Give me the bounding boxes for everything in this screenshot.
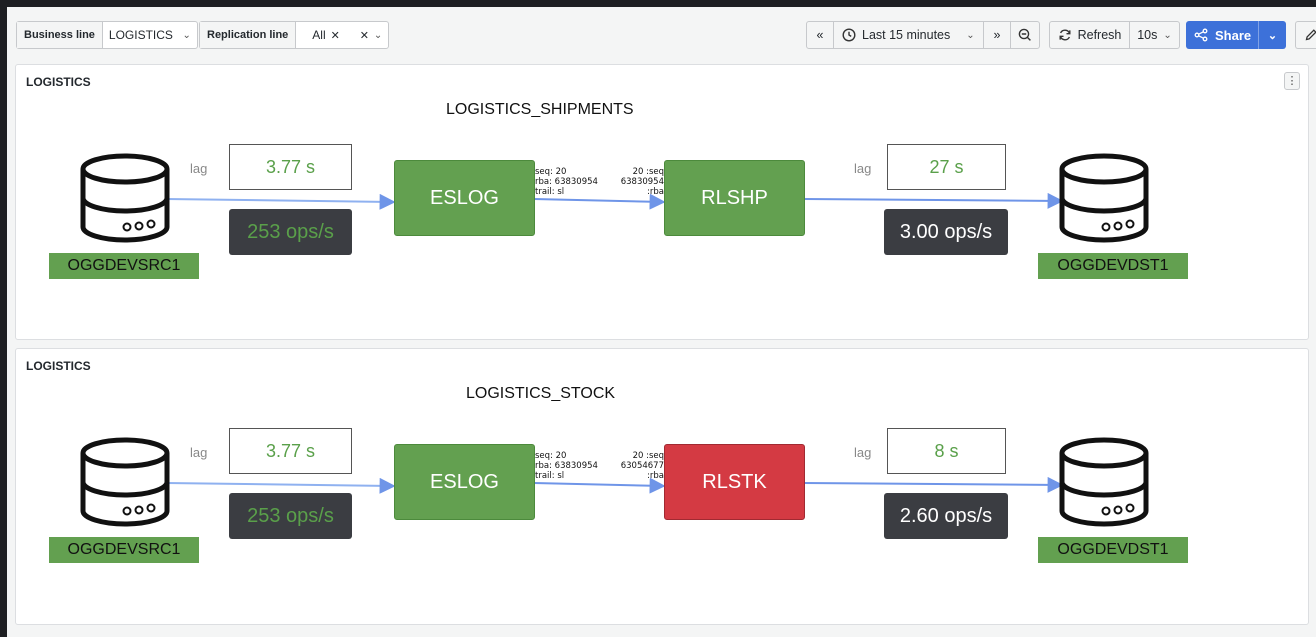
flow-title: LOGISTICS_STOCK <box>466 385 616 402</box>
replicat-node[interactable]: RLSTK <box>664 444 805 520</box>
flow-title: LOGISTICS_SHIPMENTS <box>446 101 634 118</box>
replicat-trail-info: 20 :seq 63830954 :rba <box>602 167 664 197</box>
kebab-icon: ⋮ <box>1286 75 1298 87</box>
source-database-icon <box>79 152 171 249</box>
rba-text: rba: 63830954 <box>535 461 598 471</box>
target-database-label: OGGDEVDST1 <box>1038 537 1188 563</box>
arrow-replicat-to-target <box>803 192 1064 209</box>
extract-node[interactable]: ESLOG <box>394 160 535 236</box>
chevron-down-icon: ⌄ <box>1267 29 1278 42</box>
replicat-node[interactable]: RLSHP <box>664 160 805 236</box>
replication-line-select[interactable]: All ✕ ✕ ⌄ <box>296 22 388 48</box>
time-range-label: Last 15 minutes <box>862 28 951 42</box>
arrow-source-to-extract <box>165 477 396 494</box>
source-database-label: OGGDEVSRC1 <box>49 253 199 279</box>
panel-menu-button[interactable]: ⋮ <box>1284 72 1300 90</box>
pencil-icon <box>1305 29 1316 41</box>
lag-label: lag <box>190 161 208 176</box>
arrow-source-to-extract <box>165 193 396 210</box>
source-database-icon <box>79 436 171 533</box>
share-main[interactable]: Share <box>1186 28 1258 43</box>
arrow-extract-to-replicat <box>533 477 666 494</box>
business-line-variable[interactable]: Business line LOGISTICS ⌄ <box>16 21 198 49</box>
source-lag-value: 3.77 s <box>229 428 352 474</box>
trail-text: trail: sl <box>535 187 565 197</box>
business-line-label: Business line <box>17 22 103 48</box>
replication-line-value: All <box>312 28 326 42</box>
rba-text: 63054677 :rba <box>620 461 664 481</box>
chevron-down-icon: ⌄ <box>1163 29 1172 41</box>
dashboard: Business line LOGISTICS ⌄ Replication li… <box>7 7 1316 637</box>
chevron-down-icon: ⌄ <box>182 29 191 41</box>
source-lag-value: 3.77 s <box>229 144 352 190</box>
share-button[interactable]: Share ⌄ <box>1186 21 1286 49</box>
share-icon <box>1194 28 1208 42</box>
toolbar: Business line LOGISTICS ⌄ Replication li… <box>7 7 1316 62</box>
extract-node[interactable]: ESLOG <box>394 444 535 520</box>
target-ops-value: 2.60 ops/s <box>884 493 1008 539</box>
replication-line-chip: All ✕ <box>312 28 340 42</box>
double-chevron-right-icon: » <box>993 28 1001 42</box>
business-line-select[interactable]: LOGISTICS ⌄ <box>103 22 197 48</box>
clock-icon <box>842 28 856 42</box>
trail-text: trail: sl <box>535 471 565 481</box>
zoom-out-icon <box>1018 28 1031 41</box>
lag-label: lag <box>190 445 208 460</box>
panel-logistics-stock: LOGISTICS LOGISTICS_STOCK OGGDEVSRC1 lag… <box>15 348 1309 625</box>
panel-title: LOGISTICS <box>26 359 91 373</box>
extract-trail-info: seq: 20 rba: 63830954 trail: sl <box>535 451 598 481</box>
double-chevron-left-icon: « <box>816 28 824 42</box>
refresh-button[interactable]: Refresh <box>1049 21 1130 49</box>
edit-button[interactable] <box>1295 21 1316 49</box>
refresh-icon <box>1059 29 1071 41</box>
share-label: Share <box>1215 27 1252 43</box>
seq-text: 20 :seq <box>632 167 664 177</box>
target-database-label: OGGDEVDST1 <box>1038 253 1188 279</box>
share-dropdown[interactable]: ⌄ <box>1258 21 1286 49</box>
time-forward-button[interactable]: » <box>983 21 1011 49</box>
target-ops-value: 3.00 ops/s <box>884 209 1008 255</box>
extract-trail-info: seq: 20 rba: 63830954 trail: sl <box>535 167 598 197</box>
target-lag-value: 8 s <box>887 428 1006 474</box>
chevron-down-icon: ⌄ <box>373 29 383 41</box>
lag-label: lag <box>854 161 872 176</box>
time-range-picker[interactable]: Last 15 minutes ⌄ <box>833 21 984 49</box>
arrow-extract-to-replicat <box>533 193 666 210</box>
refresh-interval-value: 10s <box>1137 28 1158 42</box>
panel-title: LOGISTICS <box>26 75 91 89</box>
replication-line-label: Replication line <box>200 22 297 48</box>
rba-text: 63830954 :rba <box>620 177 664 197</box>
refresh-label: Refresh <box>1077 28 1122 42</box>
remove-chip-icon[interactable]: ✕ <box>331 29 340 42</box>
business-line-value: LOGISTICS <box>108 28 173 42</box>
lag-label: lag <box>854 445 872 460</box>
rba-text: rba: 63830954 <box>535 177 598 187</box>
clear-icon[interactable]: ✕ <box>360 29 369 42</box>
target-database-icon <box>1058 152 1150 249</box>
zoom-out-button[interactable] <box>1010 21 1040 49</box>
source-ops-value: 253 ops/s <box>229 493 352 539</box>
target-database-icon <box>1058 436 1150 533</box>
refresh-interval-picker[interactable]: 10s ⌄ <box>1129 21 1180 49</box>
seq-text: seq: 20 <box>535 451 567 461</box>
replication-line-variable[interactable]: Replication line All ✕ ✕ ⌄ <box>199 21 390 49</box>
seq-text: seq: 20 <box>535 167 567 177</box>
seq-text: 20 :seq <box>632 451 664 461</box>
source-ops-value: 253 ops/s <box>229 209 352 255</box>
chevron-down-icon: ⌄ <box>966 29 975 41</box>
target-lag-value: 27 s <box>887 144 1006 190</box>
panel-logistics-shipments: LOGISTICS ⋮ LOGISTICS_SHIPMENTS OGGDEVSR… <box>15 64 1309 340</box>
time-back-button[interactable]: « <box>806 21 834 49</box>
source-database-label: OGGDEVSRC1 <box>49 537 199 563</box>
replicat-trail-info: 20 :seq 63054677 :rba <box>602 451 664 481</box>
arrow-replicat-to-target <box>803 476 1064 493</box>
